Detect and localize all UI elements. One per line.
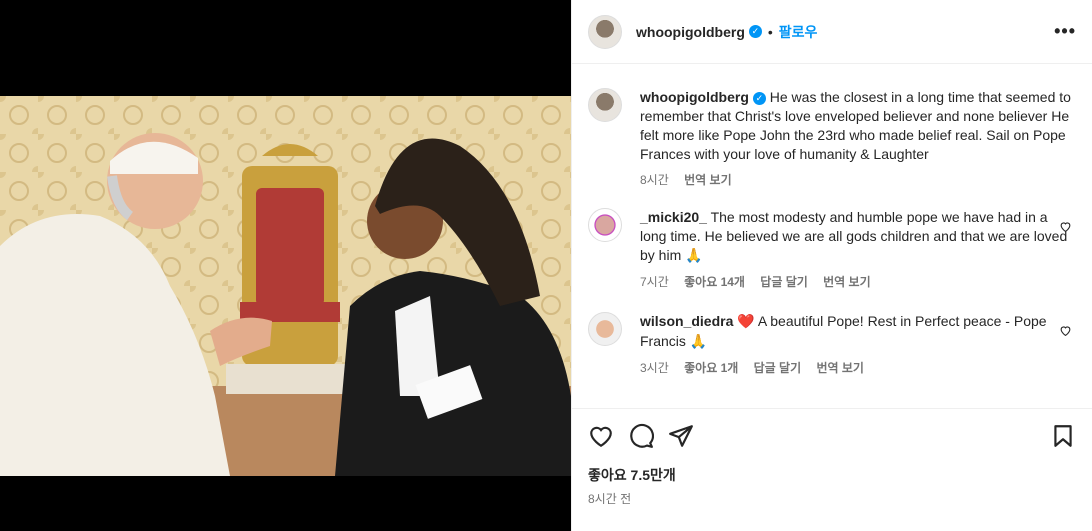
action-bar: 좋아요 7.5만개 8시간 전 [572,408,1092,507]
verified-badge-icon: ✓ [752,92,766,105]
comment-body: wilson_diedra ❤️ A beautiful Pope! Rest … [640,312,1076,378]
comment-like-heart-icon[interactable] [1059,324,1072,337]
verified-badge-icon: ✓ [748,25,762,38]
more-options-icon[interactable]: ••• [1054,21,1076,42]
post-dialog: whoopigoldberg ✓ • 팔로우 ••• whoopigoldber… [0,0,1092,531]
author-username[interactable]: whoopigoldberg [636,24,745,40]
caption-username[interactable]: whoopigoldberg [640,89,749,105]
comment-item: wilson_diedra ❤️ A beautiful Pope! Rest … [588,312,1076,378]
translate-button[interactable]: 번역 보기 [816,361,864,375]
pray-emoji-icon: 🙏 [685,248,703,264]
comment-meta: 7시간 좋아요 14개 답글 달기 번역 보기 [640,273,1076,292]
caption-body: whoopigoldberg ✓ He was the closest in a … [640,88,1076,190]
comment-meta: 3시간 좋아요 1개 답글 달기 번역 보기 [640,359,1076,378]
like-heart-icon[interactable] [588,423,614,449]
avatar[interactable] [588,208,622,242]
avatar[interactable] [588,88,622,122]
comment-like-heart-icon[interactable] [1059,220,1072,233]
avatar[interactable] [588,312,622,346]
save-bookmark-icon[interactable] [1050,423,1076,449]
translate-button[interactable]: 번역 보기 [823,275,871,289]
comment-username[interactable]: wilson_diedra [640,313,733,329]
comment-likes[interactable]: 좋아요 1개 [684,361,738,375]
reply-button[interactable]: 답글 달기 [754,361,802,375]
reply-button[interactable]: 답글 달기 [760,275,808,289]
comment-likes[interactable]: 좋아요 14개 [684,275,745,289]
comment-body: _micki20_ The most modesty and humble po… [640,208,1076,292]
separator-dot: • [767,23,773,40]
comment-time: 3시간 [640,361,669,375]
caption: whoopigoldberg ✓ He was the closest in a … [588,88,1076,190]
comment-time: 7시간 [640,275,669,289]
share-send-icon[interactable] [668,423,694,449]
comments-list[interactable]: whoopigoldberg ✓ He was the closest in a … [572,64,1092,407]
red-heart-emoji-icon: ❤️ [737,314,755,330]
post-side-panel: whoopigoldberg ✓ • 팔로우 ••• whoopigoldber… [571,0,1092,531]
post-header: whoopigoldberg ✓ • 팔로우 ••• [572,0,1092,64]
avatar[interactable] [588,14,622,49]
likes-count[interactable]: 좋아요 7.5만개 [588,465,1076,485]
pray-emoji-icon: 🙏 [689,334,708,350]
action-icons [588,421,1076,451]
comment-username[interactable]: _micki20_ [640,209,707,225]
pope-and-guest-photo [0,96,571,476]
post-timestamp: 8시간 전 [588,492,632,506]
follow-button[interactable]: 팔로우 [779,22,818,42]
caption-time: 8시간 [640,173,669,187]
post-photo [0,96,571,476]
comment-bubble-icon[interactable] [628,423,654,449]
caption-meta: 8시간 번역 보기 [640,171,1076,190]
post-media[interactable] [0,0,571,531]
translate-button[interactable]: 번역 보기 [684,173,732,187]
comment-item: _micki20_ The most modesty and humble po… [588,208,1076,292]
